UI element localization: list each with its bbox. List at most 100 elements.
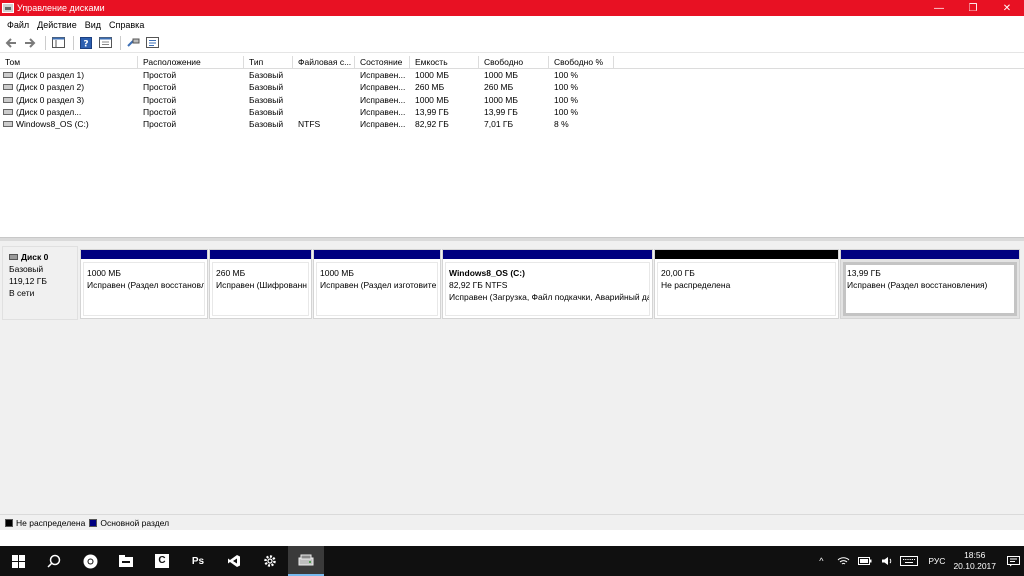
toolbar-separator <box>45 35 46 50</box>
volume-status: Исправен... <box>360 119 406 130</box>
column-header-layout[interactable]: Расположение <box>138 56 244 68</box>
help-icon[interactable]: ? <box>78 35 94 51</box>
toolbar: ? <box>0 33 1024 53</box>
partition-size: 1000 МБ <box>320 268 354 278</box>
column-header-volume[interactable]: Том <box>0 56 138 68</box>
volume-free-percent: 8 % <box>554 119 569 130</box>
partition-status: Исправен (Шифрованн <box>216 280 307 290</box>
partition-size: 82,92 ГБ NTFS <box>449 280 508 290</box>
partition-block[interactable]: 1000 МБ Исправен (Раздел восстановл <box>80 249 208 319</box>
column-header-type[interactable]: Тип <box>244 56 293 68</box>
table-row[interactable]: (Диск 0 раздел... Простой Базовый Исправ… <box>0 106 1024 118</box>
partition-block-unallocated[interactable]: 20,00 ГБ Не распределена <box>654 249 839 319</box>
volume-name: (Диск 0 раздел 3) <box>16 94 85 105</box>
visual-studio-icon[interactable] <box>216 546 252 576</box>
minimize-button[interactable]: — <box>922 0 956 16</box>
disk-name: Диск 0 <box>21 252 49 262</box>
volume-status: Исправен... <box>360 82 406 93</box>
settings-gear-icon[interactable] <box>252 546 288 576</box>
menu-bar: Файл Действие Вид Справка <box>0 16 1024 33</box>
partition-status: Исправен (Раздел изготовите <box>320 280 437 290</box>
partition-block[interactable]: 1000 МБ Исправен (Раздел изготовите <box>313 249 441 319</box>
volume-free-space: 13,99 ГБ <box>484 106 518 117</box>
volume-icon[interactable] <box>876 546 898 576</box>
disk-info-panel[interactable]: Диск 0 Базовый 119,12 ГБ В сети <box>2 246 78 320</box>
volume-free-space: 260 МБ <box>484 82 514 93</box>
volume-filesystem <box>293 69 355 81</box>
partition-status: Исправен (Раздел восстановл <box>87 280 205 290</box>
column-header-free-space[interactable]: Свободно <box>479 56 549 68</box>
volume-free-space: 1000 МБ <box>484 94 518 105</box>
partition-bar <box>841 250 1019 259</box>
partition-block[interactable]: 260 МБ Исправен (Шифрованн <box>209 249 312 319</box>
properties-icon[interactable] <box>97 35 113 51</box>
settings-icon[interactable] <box>144 35 160 51</box>
partition-block-selected[interactable]: 13,99 ГБ Исправен (Раздел восстановления… <box>840 249 1020 319</box>
menu-file[interactable]: Файл <box>3 20 33 30</box>
column-header-capacity[interactable]: Емкость <box>410 56 479 68</box>
photoshop-icon[interactable]: Ps <box>180 546 216 576</box>
volume-icon <box>3 72 13 79</box>
file-explorer-icon[interactable] <box>108 546 144 576</box>
disk-row: Диск 0 Базовый 119,12 ГБ В сети 1000 МБ … <box>0 246 1024 320</box>
system-tray: ^ РУС 18:56 20.10.2017 <box>810 546 1024 576</box>
language-indicator[interactable]: РУС <box>928 556 945 566</box>
connect-icon[interactable] <box>125 35 141 51</box>
disk-graphical-view: Диск 0 Базовый 119,12 ГБ В сети 1000 МБ … <box>0 241 1024 514</box>
legend-primary: Основной раздел <box>89 518 169 528</box>
volume-filesystem <box>293 106 355 118</box>
console-tree-icon[interactable] <box>50 35 66 51</box>
volume-capacity: 13,99 ГБ <box>415 106 449 117</box>
volume-type: Базовый <box>249 94 284 105</box>
menu-action[interactable]: Действие <box>33 20 81 30</box>
legend-label: Основной раздел <box>100 517 170 528</box>
disk-management-app-icon <box>2 3 14 13</box>
keyboard-icon[interactable] <box>898 546 920 576</box>
disk-size: 119,12 ГБ <box>9 276 47 286</box>
maximize-button[interactable]: ❐ <box>956 0 990 16</box>
partition-status: Исправен (Загрузка, Файл подкачки, Авари… <box>449 292 650 302</box>
volume-icon <box>3 109 13 116</box>
table-row[interactable]: Windows8_OS (C:) Простой Базовый NTFS Ис… <box>0 118 1024 130</box>
back-icon[interactable] <box>3 35 19 51</box>
window-titlebar: Управление дисками — ❐ ✕ <box>0 0 1024 16</box>
partition-block-windows[interactable]: Windows8_OS (C:) 82,92 ГБ NTFS Исправен … <box>442 249 653 319</box>
volume-type: Базовый <box>249 106 284 117</box>
menu-help[interactable]: Справка <box>105 20 148 30</box>
volume-capacity: 1000 МБ <box>415 94 449 105</box>
clock-date: 20.10.2017 <box>953 561 996 571</box>
windows-start-icon[interactable] <box>0 546 36 576</box>
volume-name: (Диск 0 раздел 2) <box>16 82 85 93</box>
column-header-filesystem[interactable]: Файловая с... <box>293 56 355 68</box>
forward-icon[interactable] <box>22 35 38 51</box>
legend-label: Не распределена <box>16 517 86 528</box>
search-icon[interactable] <box>36 546 72 576</box>
partition-bar <box>443 250 652 259</box>
volume-free-space: 1000 МБ <box>484 70 518 80</box>
close-button[interactable]: ✕ <box>990 0 1024 16</box>
table-row[interactable]: (Диск 0 раздел 3) Простой Базовый Исправ… <box>0 94 1024 106</box>
table-row[interactable]: (Диск 0 раздел 2) Простой Базовый Исправ… <box>0 81 1024 93</box>
volume-layout: Простой <box>143 70 177 80</box>
ccleaner-icon[interactable]: C <box>144 546 180 576</box>
volume-type: Базовый <box>249 70 284 80</box>
volume-type: Базовый <box>249 119 284 130</box>
notifications-icon[interactable] <box>1002 546 1024 576</box>
volume-capacity: 260 МБ <box>415 82 445 93</box>
disk-management-icon[interactable] <box>288 546 324 576</box>
chevron-up-icon[interactable]: ^ <box>810 546 832 576</box>
volume-name: (Диск 0 раздел 1) <box>16 70 85 80</box>
chrome-icon[interactable] <box>72 546 108 576</box>
column-header-free-percent[interactable]: Свободно % <box>549 56 614 68</box>
battery-icon[interactable] <box>854 546 876 576</box>
clock[interactable]: 18:56 20.10.2017 <box>953 550 996 572</box>
volume-free-percent: 100 % <box>554 106 579 117</box>
volume-filesystem <box>293 94 355 106</box>
volume-status: Исправен... <box>360 106 406 117</box>
menu-view[interactable]: Вид <box>81 20 105 30</box>
table-row[interactable]: (Диск 0 раздел 1) Простой Базовый Исправ… <box>0 69 1024 81</box>
ccleaner-label: C <box>155 554 169 568</box>
partition-size: 260 МБ <box>216 268 246 278</box>
column-header-status[interactable]: Состояние <box>355 56 410 68</box>
wifi-icon[interactable] <box>832 546 854 576</box>
